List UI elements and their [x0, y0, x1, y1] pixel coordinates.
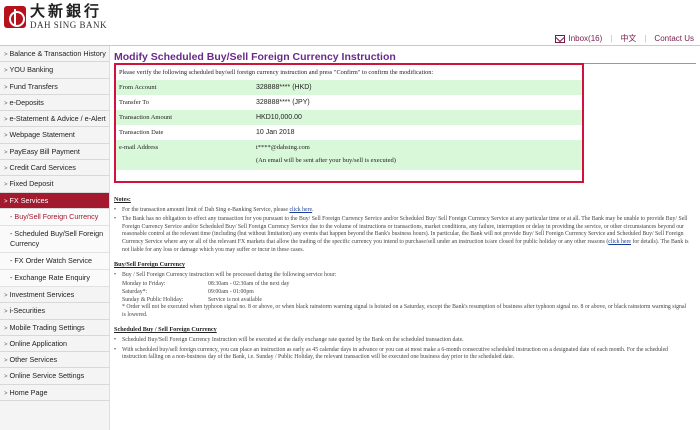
sidebar-item-online-service-settings[interactable]: > Online Service Settings: [0, 368, 109, 385]
buy-sell-section: Buy/Sell Foreign Currency • Buy / Sell F…: [114, 261, 690, 319]
sidebar-subitem-exchange-rate[interactable]: - Exchange Rate Enquiry: [0, 269, 109, 287]
chevron-right-icon: >: [4, 198, 8, 205]
detail-value: HKD10,000.00: [256, 114, 302, 121]
note-item: • For the transaction amount limit of Da…: [114, 206, 314, 213]
sidebar-item-webpage-statement[interactable]: > Webpage Statement: [0, 127, 109, 144]
detail-label: Transaction Date: [119, 129, 164, 136]
chevron-right-icon: >: [4, 149, 8, 156]
sidebar-item-e-statement[interactable]: > e-Statement & Advice / e-Alert: [0, 111, 109, 128]
divider: |: [610, 34, 613, 43]
chevron-right-icon: >: [4, 374, 8, 381]
confirmation-intro: Please verify the following scheduled bu…: [119, 69, 434, 76]
sidebar-item-home-page[interactable]: > Home Page: [0, 384, 109, 402]
sidebar-item-i-securities[interactable]: > i-Securities: [0, 303, 109, 320]
detail-row-date: Transaction Date 10 Jan 2018: [116, 125, 582, 140]
sidebar-item-payeasy[interactable]: > PayEasy Bill Payment: [0, 143, 109, 161]
detail-label: Transfer To: [119, 99, 150, 106]
transaction-limit-link[interactable]: click here: [289, 207, 312, 213]
note-item: • The Bank has no obligation to effect a…: [114, 216, 689, 253]
bullet-icon: •: [114, 346, 117, 353]
header: 大新銀行 DAH SING BANK Inbox(16) | 中文 | Cont…: [0, 0, 700, 46]
email-value: t****@dahsing.com: [256, 144, 310, 151]
scheduled-section: Scheduled Buy / Sell Foreign Currency • …: [114, 326, 690, 361]
sidebar-item-credit-card[interactable]: > Credit Card Services: [0, 160, 109, 177]
sidebar-item-you-banking[interactable]: > YOU Banking: [0, 62, 109, 79]
sidebar-subitem-scheduled-fx[interactable]: - Scheduled Buy/Sell Foreign Currency: [0, 225, 109, 253]
detail-value: 328888**** (HKD): [256, 84, 312, 91]
sidebar-item-fx-services[interactable]: > FX Services: [0, 192, 109, 209]
sidebar-subitem-buy-sell-fx[interactable]: - Buy/Sell Foreign Currency: [0, 208, 109, 226]
main-content: Modify Scheduled Buy/Sell Foreign Curren…: [114, 46, 696, 430]
note-item: • With scheduled buy/sell foreign curren…: [114, 346, 669, 361]
language-link[interactable]: 中文: [620, 33, 636, 44]
chevron-right-icon: >: [4, 68, 8, 75]
chevron-right-icon: >: [4, 390, 8, 397]
bullet-icon: •: [114, 271, 117, 278]
detail-row-email: e-mail Address t****@dahsing.com (An ema…: [116, 140, 582, 170]
divider: |: [644, 34, 647, 43]
bullet-icon: •: [114, 206, 117, 213]
bank-logo[interactable]: 大新銀行 DAH SING BANK: [4, 4, 107, 30]
logo-chinese-name: 大新銀行: [30, 2, 103, 20]
inbox-link[interactable]: Inbox(16): [555, 34, 602, 43]
chevron-right-icon: >: [4, 309, 8, 316]
chevron-right-icon: >: [4, 52, 8, 58]
chevron-right-icon: >: [4, 182, 8, 189]
inbox-label: Inbox(16): [568, 34, 603, 43]
confirmation-panel: Please verify the following scheduled bu…: [114, 63, 584, 183]
sidebar-item-fixed-deposit[interactable]: > Fixed Deposit: [0, 176, 109, 193]
sidebar-subitem-fx-order-watch[interactable]: - FX Order Watch Service: [0, 252, 109, 270]
chevron-right-icon: >: [4, 358, 8, 365]
chevron-right-icon: >: [4, 84, 8, 91]
chevron-right-icon: >: [4, 292, 8, 299]
chevron-right-icon: >: [4, 133, 8, 140]
detail-value: 10 Jan 2018: [256, 129, 295, 136]
detail-value: 328888**** (JPY): [256, 99, 310, 106]
sidebar-item-balance[interactable]: > Balance & Transaction History: [0, 46, 109, 63]
logo-english-name: DAH SING BANK: [30, 20, 108, 30]
sidebar-item-e-deposits[interactable]: > e-Deposits: [0, 94, 109, 112]
bullet-icon: •: [114, 216, 117, 223]
contact-us-link[interactable]: Contact Us: [654, 34, 694, 43]
bullet-icon: •: [114, 336, 117, 343]
email-note: (An email will be sent after your buy/se…: [256, 157, 396, 164]
sidebar-item-investment[interactable]: > Investment Services: [0, 286, 109, 304]
chevron-right-icon: >: [4, 166, 8, 173]
sidebar-item-other-services[interactable]: > Other Services: [0, 352, 109, 369]
sidebar-nav: > Balance & Transaction History > YOU Bank…: [0, 46, 110, 430]
detail-label: e-mail Address: [119, 144, 159, 151]
note-item: • Buy / Sell Foreign Currency instructio…: [114, 271, 337, 278]
inbox-icon: [555, 34, 566, 43]
chevron-right-icon: >: [4, 341, 8, 348]
service-hours: Monday to Friday: 08:30am - 02:30am of th…: [114, 281, 690, 319]
sidebar-item-mobile-trading[interactable]: > Mobile Trading Settings: [0, 319, 109, 336]
bank-logo-icon: [4, 6, 26, 28]
service-hours-footnote: * Order will not be executed when typhoo…: [122, 304, 687, 318]
chevron-right-icon: >: [4, 117, 8, 124]
top-links: Inbox(16) | 中文 | Contact Us: [555, 33, 694, 44]
notes-heading: Notes:: [114, 196, 131, 203]
detail-row-transfer-to: Transfer To 328888**** (JPY): [116, 95, 582, 110]
detail-label: Transaction Amount: [119, 114, 173, 121]
chevron-right-icon: >: [4, 100, 8, 107]
sidebar-item-fund-transfers[interactable]: > Fund Transfers: [0, 78, 109, 95]
service-hour-row: Monday to Friday: 08:30am - 02:30am of th…: [122, 281, 290, 288]
notes-section: Notes: • For the transaction amount limi…: [114, 196, 690, 364]
sidebar-item-online-application[interactable]: > Online Application: [0, 335, 109, 353]
detail-row-from-account: From Account 328888**** (HKD): [116, 80, 582, 95]
note-item: • Scheduled Buy/Sell Foreign Currency In…: [114, 336, 464, 343]
detail-label: From Account: [119, 84, 157, 91]
scheduled-heading: Scheduled Buy / Sell Foreign Currency: [114, 326, 217, 334]
service-hour-row: Saturday*: 09:00am - 01:00pm: [122, 288, 254, 295]
service-hour-row: Sunday & Public Holiday: Service is not a…: [122, 296, 262, 303]
detail-row-amount: Transaction Amount HKD10,000.00: [116, 110, 582, 125]
buy-sell-heading: Buy/Sell Foreign Currency: [114, 261, 185, 269]
fx-market-details-link[interactable]: click here: [608, 239, 631, 245]
chevron-right-icon: >: [4, 325, 8, 332]
